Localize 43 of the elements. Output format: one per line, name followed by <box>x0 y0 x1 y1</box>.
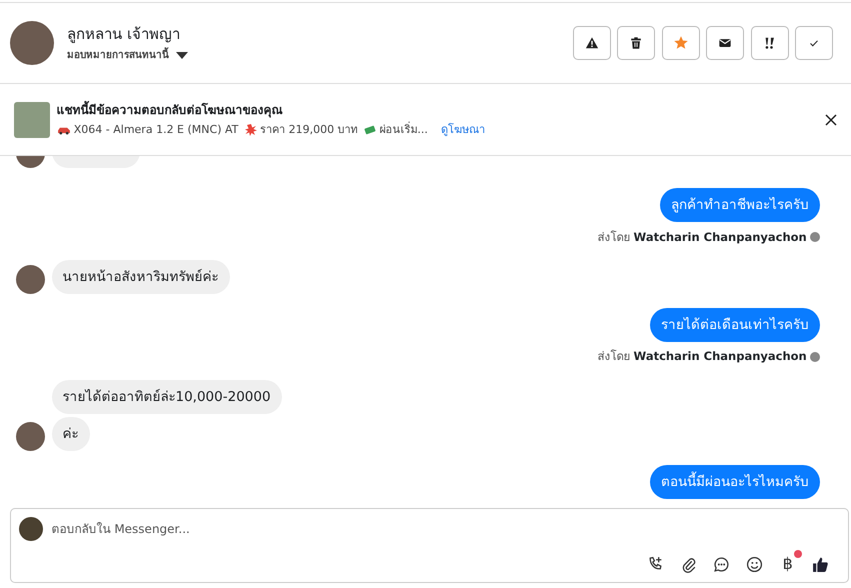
help-icon <box>810 232 820 242</box>
burst-icon <box>244 124 257 136</box>
close-icon <box>825 114 837 126</box>
action-button[interactable] <box>617 26 655 60</box>
trash-icon <box>629 36 643 50</box>
smiley-icon <box>746 556 764 572</box>
action-button[interactable] <box>750 26 788 60</box>
money-icon <box>364 124 376 136</box>
star-icon <box>674 36 688 50</box>
toolbar-button[interactable] <box>744 554 765 574</box>
avatar-photo <box>19 517 43 541</box>
car-photo-placeholder <box>14 102 50 138</box>
message-bubble: ลูกค้าทำอาชีพอะไรครับ <box>660 188 820 222</box>
avatar-photo <box>10 21 54 65</box>
car-icon <box>56 125 70 136</box>
message-bubble: ตอนนี้มีผ่อนอะไรไหมครับ <box>650 464 820 498</box>
sent-by-label: ส่งโดย <box>597 348 630 366</box>
ad-detail-text: ผ่อนเริ่ม... <box>379 122 428 138</box>
caret-icon <box>176 52 188 60</box>
double-exclamation-icon <box>762 36 776 50</box>
assign-link[interactable]: มอบหมายการสนทนานี้ <box>67 48 169 64</box>
help-icon <box>810 352 820 362</box>
contact-name: ลูกหลาน เจ้าพญา <box>67 24 181 45</box>
ad-detail-text: X064 - Almera 1.2 E (MNC) AT <box>74 122 238 138</box>
warning-icon <box>584 36 598 50</box>
ad-reply-notice: แชทนี้มีข้อความตอบกลับต่อโฆษณาของคุณ <box>56 100 284 119</box>
action-button[interactable] <box>572 26 610 60</box>
message-bubble: รายได้ต่อเดือนเท่าไรครับ <box>650 308 820 342</box>
ad-detail-text: ราคา 219,000 บาท <box>260 122 358 138</box>
message-bubble: นายหน้าอสังหาริมทรัพย์ค่ะ <box>52 260 230 294</box>
add-call-icon <box>647 556 664 572</box>
payment-button[interactable]: ฿ <box>778 554 798 574</box>
message-bubble: รายได้ต่ออาทิตย์ล่ะ10,000-20000 <box>52 380 282 414</box>
view-ad-link[interactable]: ดูโฆษณา <box>440 122 485 138</box>
action-button[interactable] <box>706 26 744 60</box>
envelope-icon <box>718 36 732 50</box>
sender-name: Watcharin Chanpanyachon <box>634 228 807 246</box>
thumbs-up-icon <box>812 556 830 572</box>
chat-icon <box>713 556 730 572</box>
sent-by-label: ส่งโดย <box>597 228 630 246</box>
message-bubble: ค่ะ <box>52 416 90 450</box>
sender-name: Watcharin Chanpanyachon <box>634 348 807 366</box>
paperclip-icon <box>680 556 698 572</box>
